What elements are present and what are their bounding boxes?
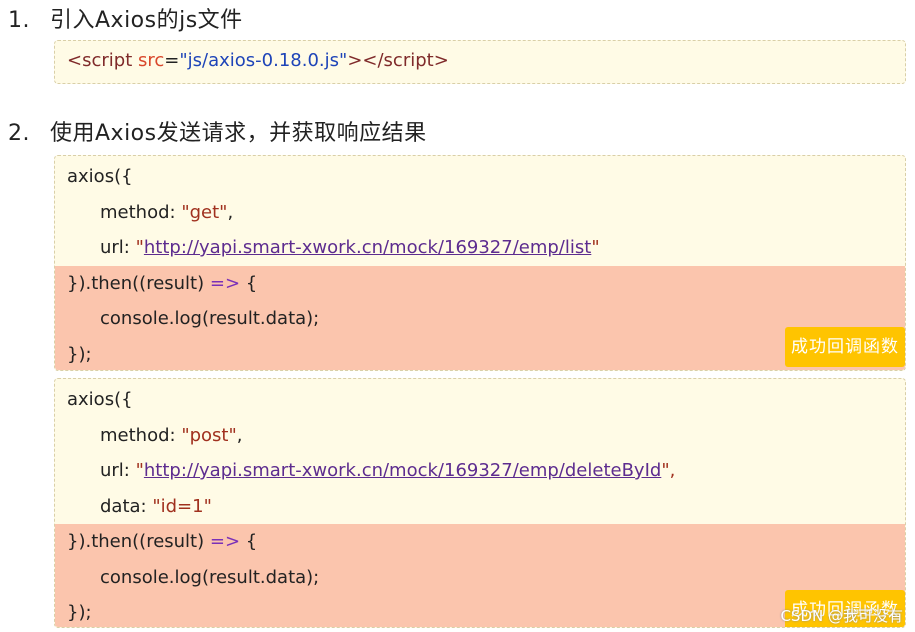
code-quote: " bbox=[591, 237, 600, 258]
code-method-value: "post" bbox=[181, 424, 237, 446]
code-tag-script: script bbox=[82, 50, 133, 71]
code-line: axios({ bbox=[55, 382, 905, 418]
code-url-key: url: bbox=[100, 237, 136, 258]
code-line: url: "http://yapi.smart-xwork.cn/mock/16… bbox=[55, 453, 905, 489]
code-gt: > bbox=[433, 50, 449, 71]
code-eq: = bbox=[164, 50, 180, 71]
code-line: method: "get", bbox=[55, 195, 905, 231]
code-data-value: "id=1" bbox=[152, 495, 212, 517]
code-line-highlight: }); 成功回调函数 bbox=[55, 590, 905, 627]
code-close: }); bbox=[67, 343, 92, 365]
code-line-highlight: console.log(result.data); bbox=[55, 559, 905, 595]
code-line-highlight: }); 成功回调函数 bbox=[55, 326, 905, 370]
section-2-number: 2. bbox=[8, 121, 30, 146]
code-line-highlight: }).then((result) => { bbox=[55, 265, 905, 301]
code-axios-open: axios({ bbox=[67, 166, 133, 187]
code-line: method: "post", bbox=[55, 418, 905, 454]
section-2-heading: 2. 使用Axios发送请求，并获取响应结果 bbox=[8, 115, 427, 147]
code-line: data: "id=1" bbox=[55, 489, 905, 525]
csdn-watermark: CSDN @我可没有 bbox=[780, 607, 903, 625]
success-callback-badge: 成功回调函数 bbox=[785, 326, 905, 367]
code-url-link[interactable]: http://yapi.smart-xwork.cn/mock/169327/e… bbox=[144, 237, 591, 258]
code-method-value: "get" bbox=[181, 201, 228, 223]
code-url-key: url: bbox=[100, 460, 136, 481]
code-console-log: console.log(result.data); bbox=[100, 308, 320, 329]
code-quote: " bbox=[135, 237, 144, 258]
code-data-key: data: bbox=[100, 495, 153, 517]
code-close: ></ bbox=[347, 50, 384, 71]
code-arrow: => bbox=[209, 531, 241, 552]
section-1-heading: 1. 引入Axios的js文件 bbox=[8, 2, 243, 34]
code-lt: < bbox=[67, 50, 83, 71]
code-brace: { bbox=[240, 272, 258, 294]
get-request-code-block: axios({ method: "get", url: "http://yapi… bbox=[54, 155, 906, 371]
code-line: axios({ bbox=[55, 159, 905, 195]
code-close: }); bbox=[67, 602, 92, 623]
code-arrow: => bbox=[209, 272, 241, 294]
code-line: url: "http://yapi.smart-xwork.cn/mock/16… bbox=[55, 230, 905, 266]
section-2-title: 使用Axios发送请求，并获取响应结果 bbox=[50, 121, 427, 146]
section-1-title: 引入Axios的js文件 bbox=[50, 8, 243, 33]
post-request-code-block: axios({ method: "post", url: "http://yap… bbox=[54, 378, 906, 628]
section-1-number: 1. bbox=[8, 8, 30, 33]
code-axios-open: axios({ bbox=[67, 389, 133, 410]
code-quote: ", bbox=[661, 460, 676, 481]
code-quote: " bbox=[135, 460, 144, 481]
code-tag-script-close: script bbox=[383, 50, 434, 71]
code-then-open: }).then((result) bbox=[67, 272, 210, 294]
code-url-link[interactable]: http://yapi.smart-xwork.cn/mock/169327/e… bbox=[144, 460, 661, 481]
code-console-log: console.log(result.data); bbox=[100, 566, 320, 588]
code-method-key: method: bbox=[100, 201, 182, 223]
code-brace: { bbox=[240, 531, 258, 552]
code-comma: , bbox=[236, 424, 243, 446]
code-line-highlight: }).then((result) => { bbox=[55, 524, 905, 560]
code-line-highlight: console.log(result.data); bbox=[55, 301, 905, 337]
script-include-code-block: <script src="js/axios-0.18.0.js"></scrip… bbox=[54, 40, 906, 84]
code-comma: , bbox=[227, 201, 234, 223]
script-tag-line: <script src="js/axios-0.18.0.js"></scrip… bbox=[55, 41, 905, 83]
code-src-value: "js/axios-0.18.0.js" bbox=[179, 50, 348, 71]
code-then-open: }).then((result) bbox=[67, 531, 210, 552]
code-method-key: method: bbox=[100, 424, 182, 446]
code-attr-src: src bbox=[138, 50, 165, 71]
